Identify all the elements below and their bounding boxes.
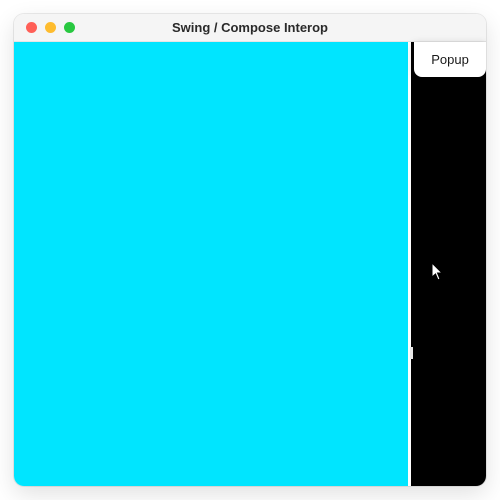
cursor-icon (431, 262, 445, 282)
window-title: Swing / Compose Interop (14, 20, 486, 35)
minimize-icon[interactable] (45, 22, 56, 33)
divider-handle[interactable] (410, 347, 413, 359)
popup-button[interactable]: Popup (414, 42, 486, 77)
app-window: Swing / Compose Interop Popup (14, 14, 486, 486)
compose-panel[interactable]: Popup (411, 42, 486, 486)
maximize-icon[interactable] (64, 22, 75, 33)
content-area: Popup (14, 42, 486, 486)
swing-panel[interactable] (14, 42, 408, 486)
titlebar[interactable]: Swing / Compose Interop (14, 14, 486, 42)
close-icon[interactable] (26, 22, 37, 33)
traffic-lights (14, 22, 75, 33)
